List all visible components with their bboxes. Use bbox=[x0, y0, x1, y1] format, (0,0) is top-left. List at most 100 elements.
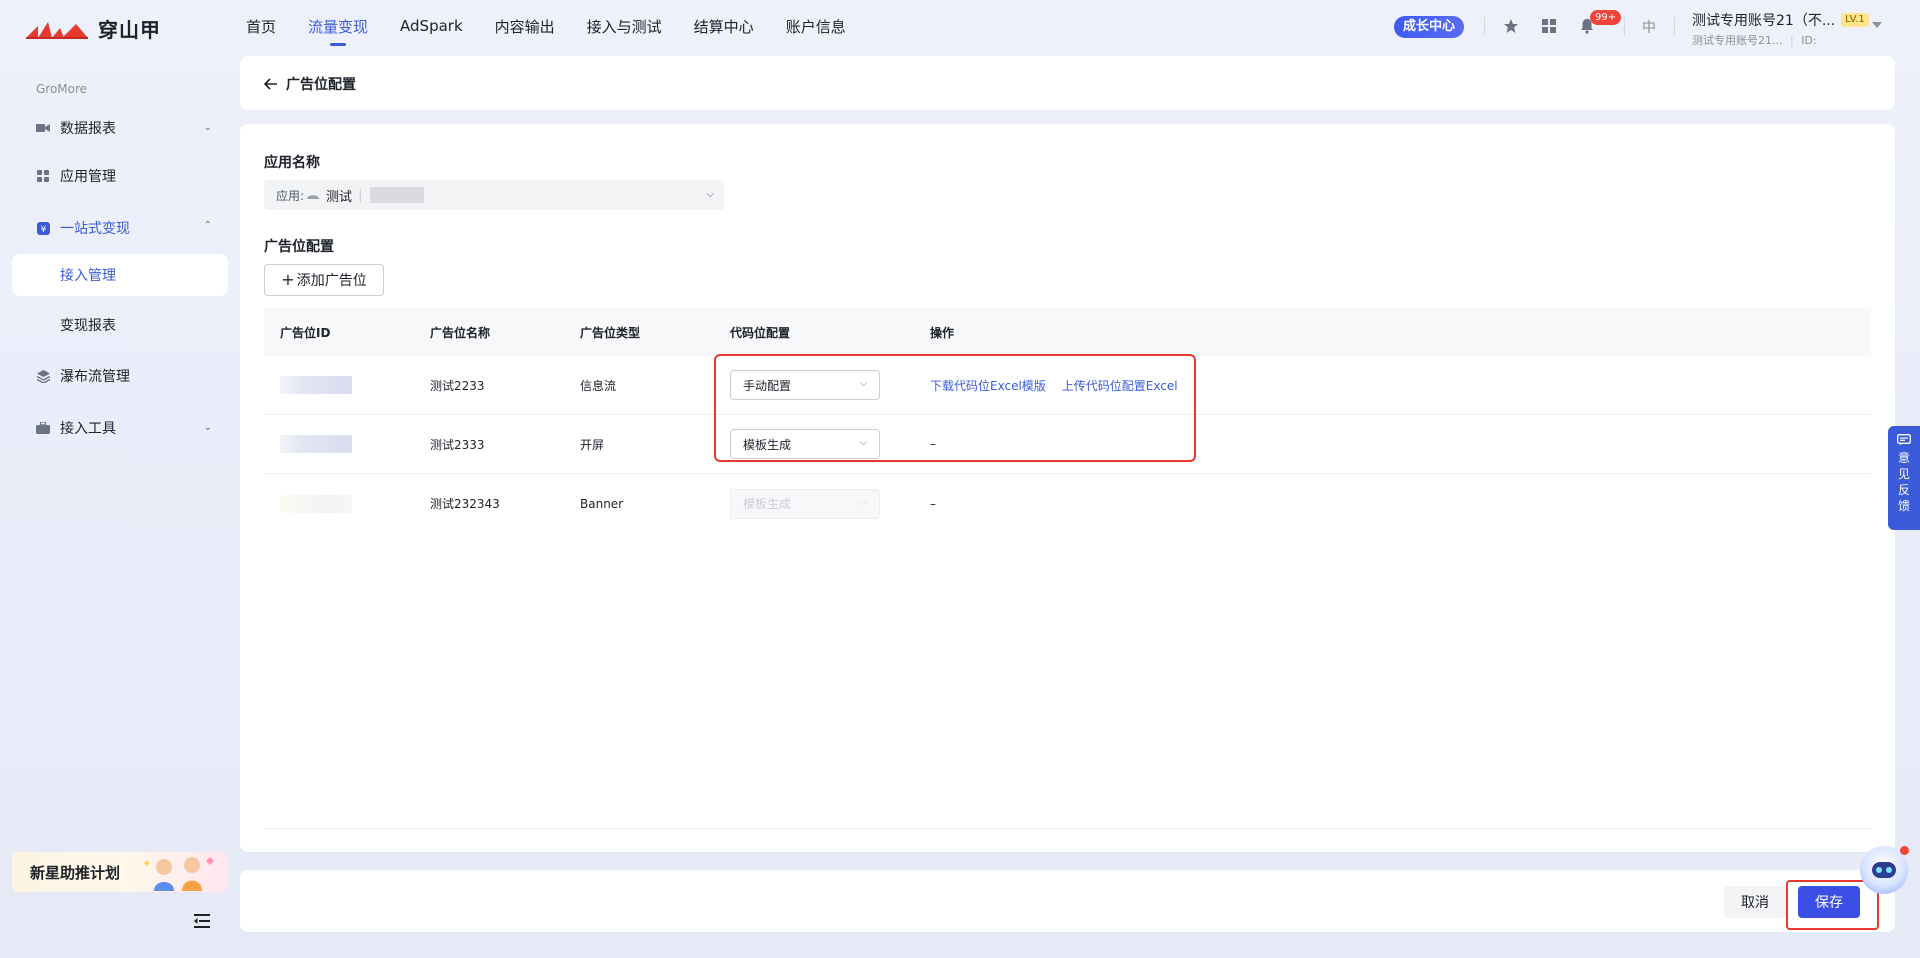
col-ad-slot-name: 广告位名称 bbox=[430, 325, 491, 340]
no-action-text: – bbox=[930, 437, 936, 451]
account-sub-name: 测试专用账号21... bbox=[1692, 34, 1783, 47]
sidebar-item-label: 数据报表 bbox=[60, 121, 116, 137]
table-row: 测试2233 信息流 手动配置 ⌵ 下载代码位Excel模版 上传代码位配置Ex… bbox=[264, 356, 1871, 415]
save-button[interactable]: 保存 bbox=[1798, 886, 1860, 918]
feedback-tab[interactable]: 意见反馈 bbox=[1888, 426, 1920, 530]
plus-icon: + bbox=[281, 270, 295, 289]
col-actions: 操作 bbox=[930, 325, 955, 340]
account-caret-icon[interactable] bbox=[1872, 22, 1882, 28]
code-config-cell: 模板生成 ⌵ bbox=[714, 488, 914, 519]
code-config-value: 模板生成 bbox=[743, 437, 792, 452]
sidebar-item-monetization-report[interactable]: 变现报表 bbox=[12, 304, 228, 346]
nav-home[interactable]: 首页 bbox=[246, 16, 276, 37]
masked-id bbox=[280, 435, 352, 453]
assistant-unread-dot bbox=[1900, 846, 1909, 855]
sidebar-item-access-management[interactable]: 接入管理 bbox=[12, 254, 228, 296]
ad-slot-id-cell bbox=[264, 435, 414, 453]
page-title: 广告位配置 bbox=[286, 77, 356, 93]
chevron-down-icon: ⌵ bbox=[860, 438, 867, 448]
collapse-sidebar-icon[interactable] bbox=[194, 914, 210, 932]
app-name-label: 应用名称 bbox=[264, 155, 320, 171]
ad-slot-name-cell: 测试2233 bbox=[430, 378, 485, 393]
top-bar: 穿山甲 首页 流量变现 AdSpark 内容输出 接入与测试 结算中心 账户信息… bbox=[0, 0, 1920, 52]
divider bbox=[1624, 17, 1625, 35]
upload-config-excel-link[interactable]: 上传代码位配置Excel bbox=[1062, 377, 1178, 394]
code-config-cell: 模板生成 ⌵ bbox=[714, 429, 914, 459]
page-header: 广告位配置 bbox=[240, 56, 1895, 110]
account-id-label: ID: bbox=[1801, 34, 1817, 47]
cancel-button[interactable]: 取消 bbox=[1724, 886, 1786, 918]
account-sub: 测试专用账号21... | ID: bbox=[1692, 32, 1892, 48]
nav-integration-test[interactable]: 接入与测试 bbox=[587, 16, 662, 37]
chevron-down-icon: ⌄ bbox=[203, 122, 212, 133]
sidebar-item-label: 接入工具 bbox=[60, 421, 116, 437]
sidebar-section-title: GroMore bbox=[36, 82, 88, 96]
promo-title: 新星助推计划 bbox=[30, 864, 121, 882]
sidebar-item-data-report[interactable]: 数据报表 ⌄ bbox=[12, 108, 228, 148]
actions-cell: – bbox=[914, 437, 1871, 451]
nav-adspark[interactable]: AdSpark bbox=[400, 17, 463, 35]
arrow-left-icon bbox=[264, 78, 277, 90]
notification-badge: 99+ bbox=[1590, 10, 1622, 25]
ad-slot-name-cell: 测试232343 bbox=[430, 497, 500, 511]
brand-logo[interactable]: 穿山甲 bbox=[24, 14, 161, 43]
main-nav: 首页 流量变现 AdSpark 内容输出 接入与测试 结算中心 账户信息 bbox=[246, 0, 846, 52]
masked-app-id bbox=[370, 187, 425, 203]
chevron-down-icon: ⌵ bbox=[706, 189, 714, 200]
toolbox-icon bbox=[36, 421, 50, 435]
sidebar-item-label: 应用管理 bbox=[60, 169, 116, 185]
chevron-up-icon: ⌃ bbox=[203, 220, 212, 231]
sidebar: GroMore 数据报表 ⌄ 应用管理 ¥ 一站式变现 ⌃ 接入管理 变现报表 … bbox=[0, 52, 240, 958]
grow-center-button[interactable]: 成长中心 bbox=[1394, 16, 1465, 38]
sidebar-item-label: 一站式变现 bbox=[60, 221, 130, 237]
app-select-prefix: 应用: bbox=[276, 188, 305, 203]
android-icon bbox=[307, 195, 320, 199]
col-ad-slot-type: 广告位类型 bbox=[580, 325, 641, 340]
code-config-select[interactable]: 模板生成 ⌵ bbox=[730, 429, 880, 459]
nav-content-output[interactable]: 内容输出 bbox=[495, 16, 555, 37]
promo-banner[interactable]: 新星助推计划 bbox=[12, 852, 228, 892]
actions-cell: 下载代码位Excel模版 上传代码位配置Excel bbox=[914, 377, 1871, 394]
ad-slot-type-cell: 信息流 bbox=[580, 378, 617, 393]
ad-slot-name-cell: 测试2333 bbox=[430, 437, 485, 452]
table-header: 广告位ID 广告位名称 广告位类型 代码位配置 操作 bbox=[264, 308, 1871, 356]
chevron-down-icon: ⌵ bbox=[860, 379, 867, 389]
brand-name: 穿山甲 bbox=[98, 18, 161, 42]
account-name-row: 测试专用账号21（不... LV.1 bbox=[1692, 10, 1892, 30]
language-switch[interactable]: 中 bbox=[1642, 17, 1656, 37]
ad-slot-id-cell bbox=[264, 494, 414, 513]
no-action-text: – bbox=[930, 496, 936, 511]
sidebar-item-waterfall[interactable]: 瀑布流管理 bbox=[12, 356, 228, 396]
level-badge: LV.1 bbox=[1841, 13, 1869, 27]
divider bbox=[1484, 17, 1485, 35]
col-code-config: 代码位配置 bbox=[730, 325, 791, 340]
account-name: 测试专用账号21（不... bbox=[1692, 13, 1836, 29]
account-menu[interactable]: 测试专用账号21（不... LV.1 测试专用账号21... | ID: bbox=[1692, 10, 1892, 48]
nav-account-info[interactable]: 账户信息 bbox=[786, 16, 846, 37]
divider bbox=[1674, 17, 1675, 35]
message-icon bbox=[1897, 434, 1911, 446]
star-icon[interactable] bbox=[1500, 15, 1522, 37]
code-config-select[interactable]: 手动配置 ⌵ bbox=[730, 370, 880, 400]
back-button[interactable]: 广告位配置 bbox=[264, 74, 356, 94]
app-select[interactable]: 应用: 测试 | ⌵ bbox=[264, 180, 724, 210]
ad-slot-type-cell: 开屏 bbox=[580, 437, 605, 452]
add-ad-slot-button[interactable]: + 添加广告位 bbox=[264, 264, 384, 296]
sidebar-item-one-stop-monetization[interactable]: ¥ 一站式变现 ⌃ bbox=[12, 208, 228, 248]
video-icon bbox=[36, 121, 50, 135]
footer-bar: 取消 保存 bbox=[240, 870, 1895, 932]
chevron-down-icon: ⌄ bbox=[203, 422, 212, 433]
select-divider: | bbox=[358, 187, 363, 203]
nav-monetization[interactable]: 流量变现 bbox=[308, 16, 368, 46]
apps-grid-icon[interactable] bbox=[1538, 15, 1560, 37]
col-ad-slot-id: 广告位ID bbox=[280, 325, 331, 340]
divider bbox=[264, 828, 1871, 829]
nav-settlement[interactable]: 结算中心 bbox=[694, 16, 754, 37]
chevron-down-icon: ⌵ bbox=[860, 497, 867, 508]
pangolin-logo-icon bbox=[26, 21, 88, 39]
layers-icon bbox=[36, 369, 50, 383]
sidebar-item-app-management[interactable]: 应用管理 bbox=[12, 156, 228, 196]
sidebar-item-access-tools[interactable]: 接入工具 ⌄ bbox=[12, 408, 228, 448]
ad-slot-id-cell bbox=[264, 376, 414, 394]
download-excel-template-link[interactable]: 下载代码位Excel模版 bbox=[930, 377, 1046, 394]
